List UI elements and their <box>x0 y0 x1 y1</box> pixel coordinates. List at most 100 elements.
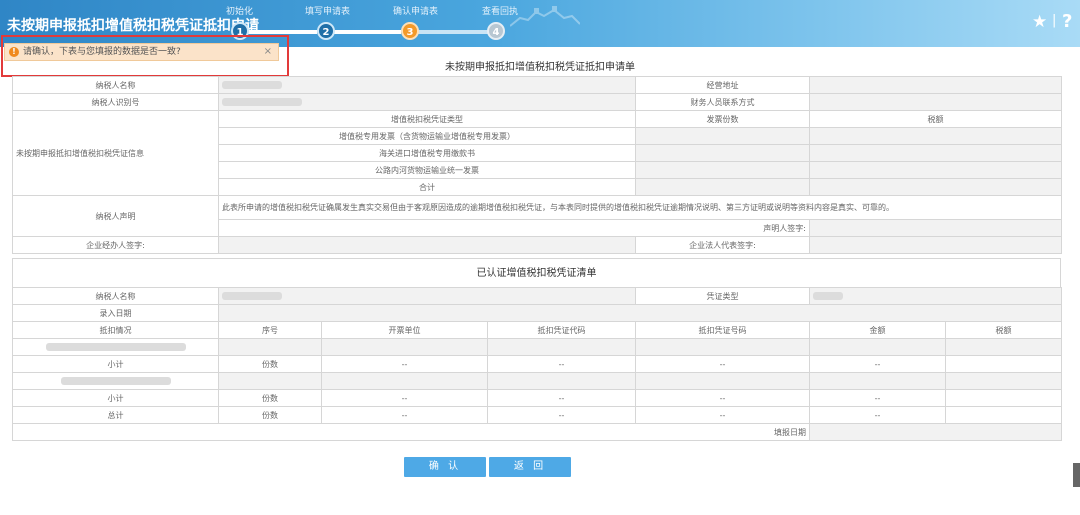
step-label-init: 初始化 <box>226 7 254 17</box>
step-label-confirm: 确认申请表 <box>393 7 439 17</box>
dash-cell: -- <box>486 355 637 373</box>
app-title: 未按期申报抵扣增值税扣税凭证抵扣申请 <box>7 18 259 34</box>
table-row: 纳税人声明 此表所申请的增值税扣税凭证确属发生真实交易但由于客观原因造成的逾期增… <box>12 195 1062 237</box>
table-header-row: 抵扣情况 序号 开票单位 抵扣凭证代码 抵扣凭证号码 金额 税额 <box>12 321 1063 339</box>
voucher-type-item: 增值税专用发票（含货物运输业增值税专用发票） <box>218 127 636 145</box>
count-label: 份数 <box>218 406 322 424</box>
table-cell <box>218 372 322 390</box>
dash-cell: -- <box>809 389 947 407</box>
label-legal-rep-sign: 企业法人代表签字: <box>635 236 810 254</box>
step-connector <box>418 30 488 34</box>
voucher-type-total: 合计 <box>218 178 636 196</box>
label-fill-date: 填报日期 <box>11 423 811 441</box>
col-header: 抵扣凭证号码 <box>635 321 811 339</box>
step-3-current[interactable]: 3 <box>401 22 419 40</box>
table-row: 企业经办人签字: 企业法人代表签字: <box>12 236 1062 254</box>
label-taxpayer-id: 纳税人识别号 <box>12 93 219 111</box>
subtotal-label: 小计 <box>12 389 219 407</box>
total-label: 总计 <box>12 406 219 424</box>
table-row: 填报日期 <box>11 423 1063 441</box>
application-table: 纳税人名称 经营地址 纳税人识别号 财务人员联系方式 未按期申报抵扣增值税扣税凭… <box>12 76 1062 254</box>
voucher-type-value <box>809 287 1063 305</box>
voucher-type-item: 公路内河货物运输业统一发票 <box>218 161 636 179</box>
table-cell <box>321 338 488 356</box>
table-cell <box>486 338 637 356</box>
label-declarant-sign: 声明人签字: <box>218 219 810 237</box>
tax-amount-total <box>809 178 1062 196</box>
label-taxpayer-name: 纳税人名称 <box>12 76 219 94</box>
table-cell <box>945 338 1063 356</box>
step-label-receipt: 查看回执 <box>482 7 519 17</box>
agent-sign-value <box>218 236 636 254</box>
step-connector <box>334 30 401 34</box>
tax-amount-value <box>809 127 1062 145</box>
table-row: 纳税人名称 凭证类型 <box>12 287 1063 305</box>
table-cell <box>218 338 322 356</box>
fill-date-value <box>809 423 1063 441</box>
dash-cell <box>945 355 1063 373</box>
side-widget[interactable] <box>1073 463 1080 487</box>
dash-cell: -- <box>809 406 947 424</box>
label-declaration: 纳税人声明 <box>12 195 219 237</box>
table-row: 未按期申报抵扣增值税扣税凭证信息 增值税扣税凭证类型 发票份数 税额 <box>12 110 1062 196</box>
tax-amount-value <box>809 144 1062 162</box>
invoice-count-value <box>635 161 810 179</box>
step-2[interactable]: 2 <box>317 22 335 40</box>
col-header: 序号 <box>218 321 322 339</box>
taxpayer-name-value <box>218 76 636 94</box>
label-finance-contact: 财务人员联系方式 <box>635 93 810 111</box>
step-connector <box>245 30 317 34</box>
col-header: 开票单位 <box>321 321 488 339</box>
step-4[interactable]: 4 <box>487 22 505 40</box>
table-cell <box>809 338 947 356</box>
invoice-count-total <box>635 178 810 196</box>
subtotal-label: 小计 <box>12 355 219 373</box>
label-voucher-info: 未按期申报抵扣增值税扣税凭证信息 <box>12 110 219 196</box>
confirm-button[interactable]: 确 认 <box>404 457 486 477</box>
header-invoice-count: 发票份数 <box>635 110 810 128</box>
col-header: 金额 <box>809 321 947 339</box>
entry-date-value <box>217 304 1063 322</box>
back-button[interactable]: 返 回 <box>489 457 571 477</box>
count-label: 份数 <box>218 355 322 373</box>
col-header: 税额 <box>945 321 1063 339</box>
label-agent-sign: 企业经办人签字: <box>12 236 219 254</box>
tax-amount-value <box>809 161 1062 179</box>
table-cell <box>486 372 637 390</box>
separator: | <box>1052 13 1057 28</box>
label-taxpayer-name: 纳税人名称 <box>12 287 219 305</box>
dash-cell: -- <box>809 355 947 373</box>
form-title: 未按期申报抵扣增值税扣税凭证抵扣申请单 <box>445 62 635 73</box>
table-cell <box>809 372 947 390</box>
group-label <box>12 338 219 356</box>
group-label <box>12 372 219 390</box>
dash-cell <box>945 406 1063 424</box>
dash-cell: -- <box>635 355 811 373</box>
invoice-count-value <box>635 144 810 162</box>
table-cell <box>635 338 811 356</box>
label-voucher-type: 凭证类型 <box>635 287 811 305</box>
dash-cell: -- <box>321 406 488 424</box>
table-row: 纳税人名称 经营地址 <box>12 76 1062 94</box>
declaration-text: 此表所申请的增值税扣税凭证确属发生真实交易但由于客观原因造成的逾期增值税扣税凭证… <box>218 195 1062 220</box>
table-row: 小计 份数 -- -- -- -- <box>12 389 1063 407</box>
dash-cell <box>945 389 1063 407</box>
table-row <box>12 338 1063 356</box>
taxpayer-name-value <box>217 287 637 305</box>
business-address-value <box>809 76 1062 94</box>
dash-cell: -- <box>321 355 488 373</box>
dash-cell: -- <box>635 406 811 424</box>
table-row: 纳税人识别号 财务人员联系方式 <box>12 93 1062 111</box>
table-cell <box>635 372 811 390</box>
header-voucher-type: 增值税扣税凭证类型 <box>218 110 636 128</box>
legal-rep-sign-value <box>809 236 1062 254</box>
help-icon[interactable]: ? <box>1062 11 1072 32</box>
count-label: 份数 <box>218 389 322 407</box>
col-header: 抵扣凭证代码 <box>486 321 637 339</box>
invoice-count-value <box>635 127 810 145</box>
dash-cell: -- <box>486 406 637 424</box>
table-cell <box>945 372 1063 390</box>
great-wall-decoration <box>510 6 580 27</box>
star-icon[interactable]: ★ <box>1032 12 1047 32</box>
certified-list-title: 已认证增值税扣税凭证清单 <box>12 258 1061 287</box>
